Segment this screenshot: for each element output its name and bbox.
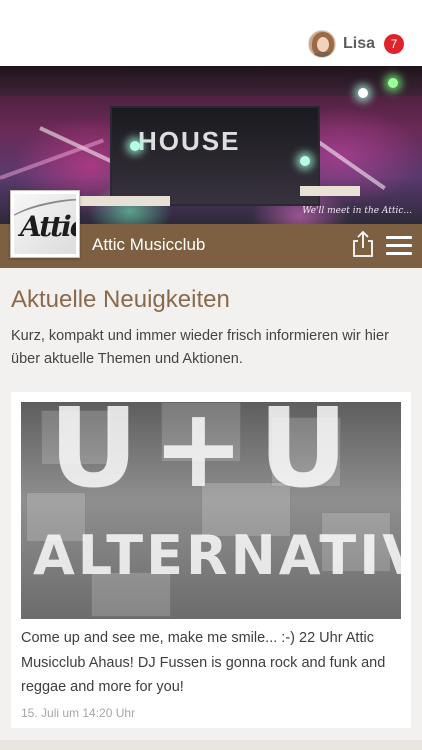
news-card-text: Come up and see me, make me smile... :-)… — [21, 630, 386, 695]
news-card[interactable]: U+U ALTERNATIV Come up and see me, make … — [11, 392, 411, 728]
news-card-date: 15. Juli um 14:20 Uhr — [21, 706, 136, 720]
share-icon[interactable] — [352, 230, 374, 258]
user-menu[interactable]: Lisa 7 — [307, 29, 404, 59]
club-name: Attic Musicclub — [92, 235, 206, 254]
news-section-intro: Kurz, kompakt und immer wieder frisch in… — [11, 328, 389, 367]
user-name[interactable]: Lisa — [343, 35, 375, 53]
logo-text: Attic — [20, 210, 76, 243]
club-logo[interactable]: Attic — [10, 190, 80, 258]
notification-badge[interactable]: 7 — [384, 34, 404, 54]
hero-slogan: We'll meet in the Attic... — [302, 206, 412, 216]
stage-illustration: HOUSE — [110, 106, 320, 206]
news-image-subline: ALTERNATIV — [33, 524, 401, 587]
stage-sign: HOUSE — [138, 126, 241, 156]
news-card-image[interactable]: U+U ALTERNATIV — [21, 402, 401, 619]
news-section-title: Aktuelle Neuigkeiten — [11, 286, 230, 313]
hamburger-menu-icon[interactable] — [386, 236, 412, 256]
top-bar: Lisa 7 — [0, 0, 422, 66]
user-avatar[interactable] — [307, 30, 336, 58]
next-news-card-edge — [0, 740, 422, 750]
news-image-headline: U+U — [49, 402, 362, 512]
